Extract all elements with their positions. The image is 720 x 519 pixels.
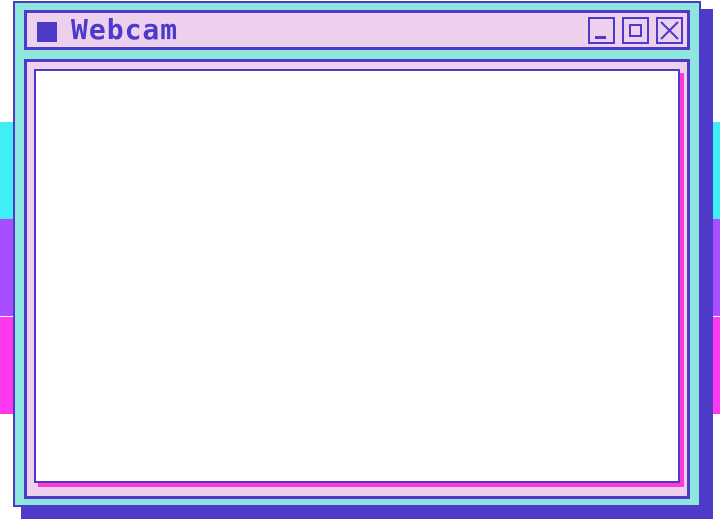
window-title: Webcam <box>71 13 179 46</box>
content-frame <box>24 59 690 499</box>
title-bar[interactable]: Webcam <box>24 10 690 50</box>
webcam-viewport[interactable] <box>34 69 680 483</box>
maximize-button[interactable] <box>622 17 649 44</box>
close-button[interactable] <box>656 17 683 44</box>
minimize-button[interactable] <box>588 17 615 44</box>
window-icon <box>37 22 57 42</box>
maximize-icon <box>629 24 642 37</box>
webcam-window: Webcam <box>13 1 701 507</box>
close-icon <box>660 21 679 40</box>
minimize-icon <box>595 36 606 39</box>
